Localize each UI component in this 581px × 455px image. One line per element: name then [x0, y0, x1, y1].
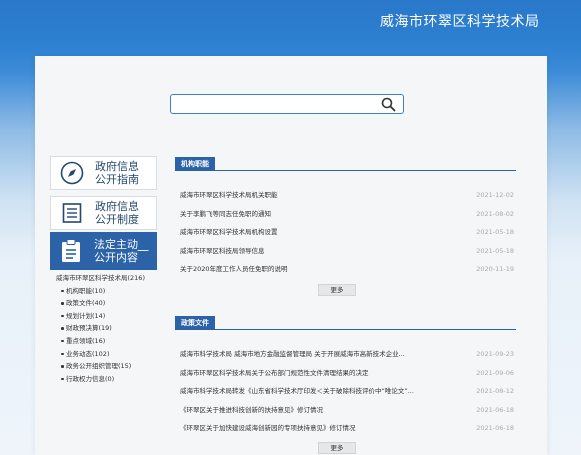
tree-item[interactable]: 财政预决算(19) — [50, 322, 157, 335]
clipboard-icon — [57, 237, 85, 265]
category-tree: 威海市环翠区科学技术局(216) 机构职能(10) 政策文件(40) 规划计划(… — [50, 272, 157, 385]
tree-item[interactable]: 机构职能(10) — [50, 285, 157, 298]
list-item-title[interactable]: 关于李鹏飞等同志任免职的通知 — [180, 209, 271, 219]
tree-item[interactable]: 行政权力信息(0) — [50, 373, 157, 386]
list-item[interactable]: 威海市科学技术局 威海市地方金融监督管理局 关于开展威海市高新技术企业... 2… — [180, 349, 514, 359]
tree-item[interactable]: 政务公开组织管理(15) — [50, 360, 157, 373]
section-title-functions[interactable]: 机构职能 — [175, 157, 215, 171]
list-item-title[interactable]: 威海市环翠区科学技术局关于公布部门规范性文件清理结果的决定 — [180, 368, 369, 378]
list-item[interactable]: 《环翠区关于加快建设威海创新园的专项扶持意见》修订情况 2021-06-18 — [180, 423, 514, 433]
tree-item[interactable]: 政策文件(40) — [50, 297, 157, 310]
document-list-icon — [58, 199, 86, 227]
list-item[interactable]: 威海市环翠区科技局领导信息 2021-05-18 — [180, 246, 514, 256]
list-item-date: 2021-09-23 — [476, 350, 514, 358]
compass-icon — [58, 159, 86, 187]
list-item[interactable]: 《环翠区关于推进科技创新的扶持意见》修订情况 2021-06-18 — [180, 405, 514, 415]
list-item-title[interactable]: 威海市环翠区科学技术局机关职能 — [180, 190, 278, 200]
list-item-title[interactable]: 威海市环翠区科学技术局机构设置 — [180, 227, 278, 237]
section-divider — [175, 329, 516, 330]
sidebar-item-label: 法定主动 公开内容 — [94, 238, 138, 264]
list-item-title[interactable]: 《环翠区关于加快建设威海创新园的专项扶持意见》修订情况 — [180, 423, 356, 433]
tree-root[interactable]: 威海市环翠区科学技术局(216) — [50, 272, 157, 285]
section-title-policy[interactable]: 政策文件 — [175, 316, 215, 330]
tree-item[interactable]: 业务动态(102) — [50, 348, 157, 361]
list-item-date: 2021-06-18 — [476, 406, 514, 414]
list-item-date: 2021-05-18 — [476, 247, 514, 255]
search-icon[interactable] — [381, 97, 396, 112]
tree-item[interactable]: 重点领域(16) — [50, 335, 157, 348]
list-item-date: 2021-06-18 — [476, 424, 514, 432]
tree-item[interactable]: 规划计划(14) — [50, 310, 157, 323]
search-input[interactable] — [170, 94, 404, 114]
list-item[interactable]: 威海市环翠区科学技术局机构设置 2021-05-18 — [180, 227, 514, 237]
more-button[interactable]: 更多 — [318, 442, 356, 454]
collapse-toggle[interactable]: — — [137, 243, 149, 257]
more-button[interactable]: 更多 — [318, 284, 356, 296]
list-item[interactable]: 威海市科学技术局转发《山东省科学技术厅印发＜关于破除科技评价中“唯论文”... … — [180, 386, 514, 396]
sidebar-item-label: 政府信息 公开制度 — [95, 200, 139, 226]
list-item-date: 2021-12-02 — [476, 191, 514, 199]
site-title: 威海市环翠区科学技术局 — [380, 14, 540, 30]
list-item-date: 2021-05-18 — [476, 228, 514, 236]
sidebar-item-active-content[interactable]: 法定主动 公开内容 — — [50, 232, 157, 270]
list-item-title[interactable]: 威海市科学技术局转发《山东省科学技术厅印发＜关于破除科技评价中“唯论文”... — [180, 386, 414, 396]
list-item[interactable]: 关于李鹏飞等同志任免职的通知 2021-08-02 — [180, 209, 514, 219]
list-item[interactable]: 威海市环翠区科学技术局机关职能 2021-12-02 — [180, 190, 514, 200]
list-item[interactable]: 关于2020年度工作人员任免职的说明 2020-11-19 — [180, 264, 514, 274]
list-item-title[interactable]: 威海市科学技术局 威海市地方金融监督管理局 关于开展威海市高新技术企业... — [180, 349, 405, 359]
list-item-title[interactable]: 威海市环翠区科技局领导信息 — [180, 246, 265, 256]
sidebar-item-guide[interactable]: 政府信息 公开指南 — [50, 156, 157, 190]
list-item-title[interactable]: 关于2020年度工作人员任免职的说明 — [180, 264, 288, 274]
sidebar-item-system[interactable]: 政府信息 公开制度 — [50, 196, 157, 230]
section-divider — [175, 170, 516, 171]
list-item-date: 2020-11-19 — [476, 265, 514, 273]
list-item-date: 2021-09-06 — [476, 369, 514, 377]
list-item-title[interactable]: 《环翠区关于推进科技创新的扶持意见》修订情况 — [180, 405, 323, 415]
sidebar-item-label: 政府信息 公开指南 — [95, 160, 139, 186]
list-item[interactable]: 威海市环翠区科学技术局关于公布部门规范性文件清理结果的决定 2021-09-06 — [180, 368, 514, 378]
list-item-date: 2021-08-02 — [476, 210, 514, 218]
list-item-date: 2021-08-12 — [476, 387, 514, 395]
